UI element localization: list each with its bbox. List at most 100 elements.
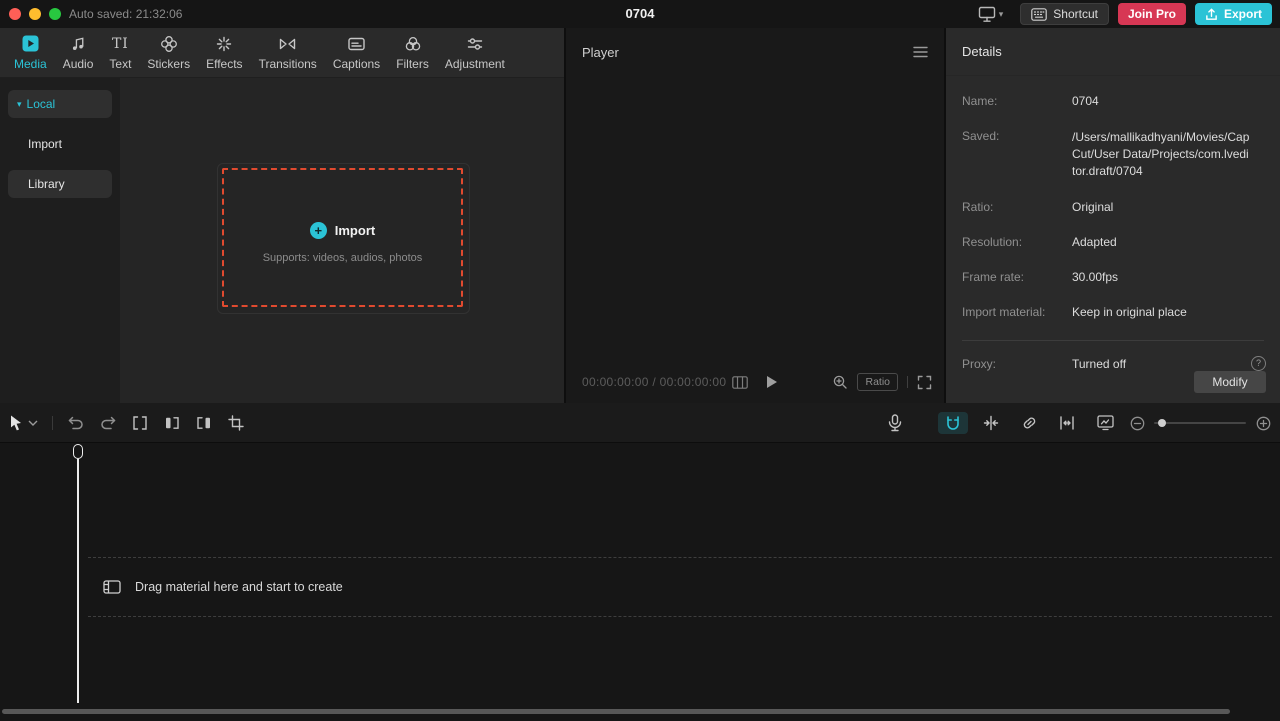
titlebar: Auto saved: 21:32:06 0704 ▾ Shortcut Joi… (0, 0, 1280, 28)
media-icon (22, 35, 39, 53)
tab-filters[interactable]: Filters (388, 28, 437, 78)
export-button[interactable]: Export (1195, 3, 1272, 25)
player-title: Player (582, 45, 619, 60)
playhead-line (77, 459, 79, 703)
join-pro-label: Join Pro (1128, 7, 1176, 21)
split-button[interactable] (131, 403, 149, 443)
playhead-handle[interactable] (73, 444, 83, 459)
keyboard-icon (1031, 8, 1047, 21)
display-mode-button[interactable]: ▾ (978, 6, 1004, 23)
modify-button[interactable]: Modify (1194, 371, 1266, 393)
join-pro-button[interactable]: Join Pro (1118, 3, 1186, 25)
sidebar-import-label: Import (28, 137, 62, 151)
play-button[interactable] (766, 375, 778, 389)
timeline-drop-zone[interactable]: Drag material here and start to create (88, 557, 1272, 617)
zoom-in-button[interactable] (1254, 403, 1272, 443)
display-icon (978, 6, 996, 23)
timeline[interactable]: Drag material here and start to create (0, 443, 1280, 721)
tab-transitions[interactable]: Transitions (251, 28, 325, 78)
detail-row-name: Name: 0704 (962, 94, 1264, 109)
timeline-scrollbar[interactable] (2, 709, 1230, 714)
details-panel: Details Name: 0704 Saved: /Users/mallika… (946, 28, 1280, 403)
captions-icon (347, 35, 366, 53)
detail-row-framerate: Frame rate: 30.00fps (962, 270, 1264, 285)
window-controls (9, 8, 61, 20)
import-dropzone[interactable]: + Import Supports: videos, audios, photo… (222, 168, 463, 307)
close-window-button[interactable] (9, 8, 21, 20)
sidebar-item-import[interactable]: Import (8, 130, 112, 158)
chevron-down-icon[interactable] (28, 420, 38, 426)
main-track-magnet-button[interactable] (938, 412, 968, 434)
tab-text-label: Text (109, 57, 131, 71)
detail-row-ratio: Ratio: Original (962, 200, 1264, 215)
delete-left-button[interactable] (163, 403, 181, 443)
slider-track (1154, 422, 1246, 424)
detail-value: 0704 (1072, 94, 1264, 109)
detail-row-resolution: Resolution: Adapted (962, 235, 1264, 250)
zoom-out-button[interactable] (1128, 403, 1146, 443)
delete-right-button[interactable] (195, 403, 213, 443)
sticker-clover-icon (160, 35, 178, 53)
detail-label: Ratio: (962, 200, 1072, 215)
chevron-down-icon: ▾ (999, 10, 1004, 19)
slider-knob[interactable] (1158, 419, 1166, 427)
record-voiceover-button[interactable] (886, 403, 904, 443)
detail-value: Keep in original place (1072, 305, 1264, 320)
preview-axis-button[interactable] (1058, 403, 1076, 443)
tab-captions[interactable]: Captions (325, 28, 388, 78)
import-subtitle: Supports: videos, audios, photos (263, 252, 423, 264)
filters-circles-icon (404, 35, 422, 53)
maximize-window-button[interactable] (49, 8, 61, 20)
crop-button[interactable] (227, 403, 245, 443)
autosave-status: Auto saved: 21:32:06 (69, 7, 182, 21)
tab-text[interactable]: TI Text (101, 28, 139, 78)
timeline-zoom-slider[interactable] (1154, 403, 1246, 443)
plus-icon: + (310, 222, 327, 239)
tab-adjustment[interactable]: Adjustment (437, 28, 513, 78)
proxy-label: Proxy: (962, 357, 1072, 371)
divider (962, 340, 1264, 341)
tab-audio[interactable]: Audio (55, 28, 102, 78)
undo-button[interactable] (67, 403, 85, 443)
tab-effects[interactable]: Effects (198, 28, 250, 78)
detail-label: Import material: (962, 305, 1072, 320)
details-title: Details (946, 28, 1280, 76)
detail-label: Name: (962, 94, 1072, 109)
playhead[interactable] (73, 444, 83, 459)
tab-captions-label: Captions (333, 57, 380, 71)
detail-value: Adapted (1072, 235, 1264, 250)
sidebar-item-library[interactable]: Library (8, 170, 112, 198)
panel-tabstrip: Media Audio TI Text Stickers (0, 28, 564, 78)
media-content-area: + Import Supports: videos, audios, photo… (120, 78, 564, 403)
tab-stickers[interactable]: Stickers (139, 28, 198, 78)
cover-button[interactable] (1096, 403, 1114, 443)
sidebar-item-local[interactable]: ▾ Local (8, 90, 112, 118)
media-sidebar: ▾ Local Import Library (0, 78, 120, 403)
ratio-button[interactable]: Ratio (857, 373, 898, 391)
media-panel: Media Audio TI Text Stickers (0, 28, 564, 403)
transitions-bowtie-icon (278, 35, 297, 53)
timeline-toolbar (0, 403, 1280, 443)
player-menu-button[interactable] (913, 46, 928, 58)
player-controls: 00:00:00:00 / 00:00:00:00 Ratio (566, 361, 944, 403)
music-note-icon (70, 35, 87, 53)
chevron-down-icon: ▾ (17, 100, 22, 109)
fullscreen-button[interactable] (917, 375, 932, 390)
select-tool-button[interactable] (8, 414, 38, 432)
frame-preview-button[interactable] (732, 376, 748, 389)
detail-row-saved: Saved: /Users/mallikadhyani/Movies/CapCu… (962, 129, 1264, 180)
minimize-window-button[interactable] (29, 8, 41, 20)
tab-audio-label: Audio (63, 57, 94, 71)
detail-label: Frame rate: (962, 270, 1072, 285)
export-label: Export (1224, 7, 1262, 21)
auto-snap-button[interactable] (982, 403, 1000, 443)
tab-stickers-label: Stickers (147, 57, 190, 71)
link-button[interactable] (1020, 403, 1038, 443)
preview-zoom-button[interactable] (832, 374, 848, 390)
tab-effects-label: Effects (206, 57, 242, 71)
redo-button[interactable] (99, 403, 117, 443)
adjustment-sliders-icon (466, 35, 484, 53)
shortcut-button[interactable]: Shortcut (1020, 3, 1109, 25)
tab-media[interactable]: Media (6, 28, 55, 78)
help-icon[interactable]: ? (1251, 356, 1266, 371)
